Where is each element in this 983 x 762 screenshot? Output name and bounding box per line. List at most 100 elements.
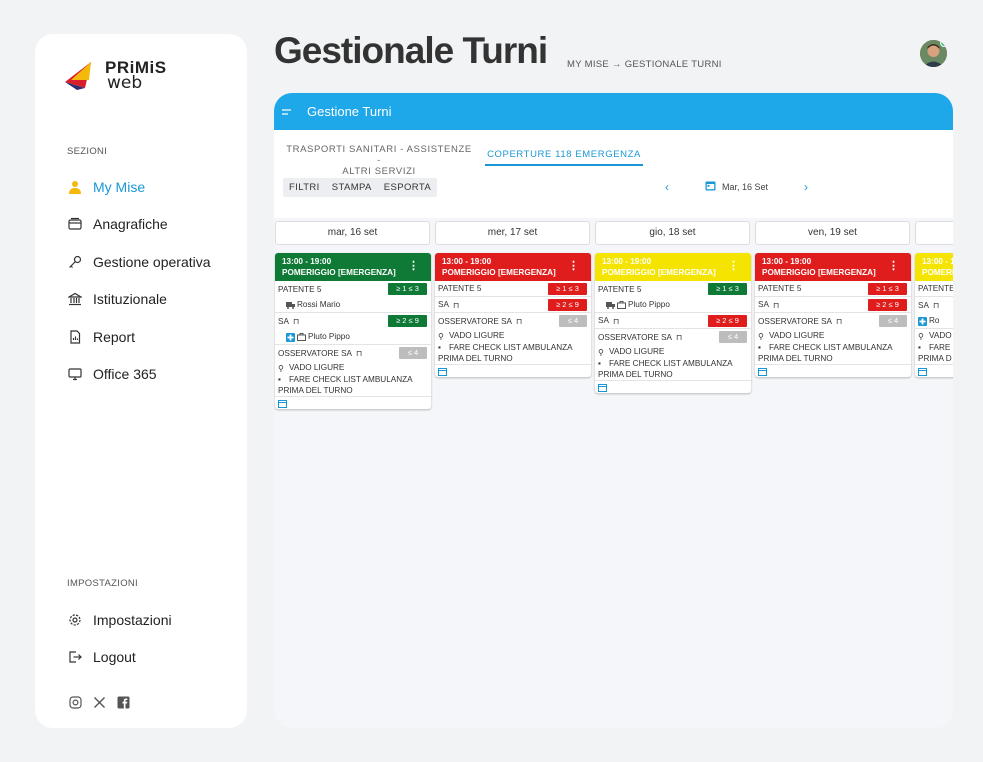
- shift-card-header: 13:00 - 19:00 POMERIGGIO [EMERGENZA] ⋮: [435, 253, 591, 281]
- sidebar-item-istituzionale[interactable]: Istituzionale: [67, 281, 237, 319]
- assigned-person-row[interactable]: Pluto Pippo: [275, 329, 431, 345]
- main-panel: Gestione Turni TRASPORTI SANITARI - ASSI…: [274, 93, 953, 728]
- bookmark-icon: ⊓: [676, 333, 683, 342]
- kebab-menu-icon[interactable]: ⋮: [728, 261, 739, 272]
- assigned-person-row[interactable]: Ro: [915, 313, 953, 329]
- location-label: VADO: [929, 330, 952, 340]
- note-row: PRIMA DEL TURNO: [275, 385, 431, 397]
- menu-icon[interactable]: [282, 104, 291, 119]
- sidebar-item-label: Impostazioni: [93, 611, 172, 628]
- sidebar-item-my-mise[interactable]: My Mise: [67, 168, 237, 206]
- person-name: Ro: [929, 316, 940, 325]
- sidebar-item-label: Office 365: [93, 366, 157, 383]
- folder-icon: [67, 216, 83, 232]
- note-text: PRIMA D: [918, 354, 952, 363]
- shift-card[interactable]: 13:00 - 19:00 POMERIGGIO [EMERGENZA] ⋮ P…: [275, 253, 431, 409]
- sidebar-item-label: Anagrafiche: [93, 216, 168, 233]
- calendar-edit-icon[interactable]: [758, 367, 767, 376]
- location-pin-icon: ⚲: [438, 332, 444, 341]
- role-row: SA ⊓ ≥ 2 ≤ 9: [755, 297, 911, 313]
- ambulance-icon: [286, 301, 295, 309]
- location-row: ⚲ VADO LIGURE: [275, 361, 431, 374]
- coverage-badge: ≤ 4: [719, 331, 747, 343]
- tab-trasporti-sanitari[interactable]: TRASPORTI SANITARI - ASSISTENZE - ALTRI …: [286, 144, 472, 177]
- x-icon[interactable]: [93, 696, 106, 709]
- shift-time: 13:00 - 19:00: [442, 257, 492, 266]
- breadcrumb[interactable]: MY MISE → GESTIONALE TURNI: [567, 59, 722, 70]
- avatar[interactable]: [920, 40, 947, 67]
- stampa-button[interactable]: STAMPA: [326, 178, 378, 197]
- next-date-chevron-icon[interactable]: ›: [804, 180, 808, 194]
- location-row: ⚲ VADO LIGURE: [755, 329, 911, 342]
- sidebar-item-impostazioni[interactable]: Impostazioni: [67, 601, 237, 639]
- current-date[interactable]: Mar, 16 Set: [722, 182, 768, 192]
- calendar-edit-icon[interactable]: [438, 367, 447, 376]
- shift-card[interactable]: 13:00 - 19:00 POMERIGGIO [EMERGENZA] ⋮ P…: [755, 253, 911, 377]
- filtri-button[interactable]: FILTRI: [283, 178, 326, 197]
- calendar-edit-icon[interactable]: [278, 399, 287, 408]
- sidebar-item-gestione-operativa[interactable]: Gestione operativa: [67, 243, 237, 281]
- sidebar-item-report[interactable]: Report: [67, 318, 237, 356]
- role-label: PATENTE 5: [598, 284, 642, 294]
- location-label: VADO LIGURE: [289, 362, 345, 372]
- role-row: OSSERVATORE SA ⊓ ≤ 4: [275, 345, 431, 361]
- settings-label: IMPOSTAZIONI: [67, 578, 138, 589]
- calendar-icon[interactable]: [705, 180, 716, 193]
- settings-nav: Impostazioni Logout: [67, 601, 237, 676]
- shift-time: 13:00 - 19:00: [922, 257, 953, 266]
- calendar-edit-icon[interactable]: [598, 383, 607, 392]
- role-label: PATENTE 5: [278, 284, 322, 294]
- tab-label: COPERTURE 118 EMERGENZA: [487, 149, 641, 160]
- assigned-person-row[interactable]: Rossi Mario: [275, 297, 431, 313]
- role-label: SA: [598, 316, 609, 325]
- shift-time: 13:00 - 19:00: [762, 257, 812, 266]
- day-header: mar, 16 set: [275, 221, 430, 245]
- active-tab-indicator: [485, 164, 643, 166]
- note-text: PRIMA DEL TURNO: [598, 370, 673, 379]
- note-row: PRIMA DEL TURNO: [595, 369, 751, 381]
- note-row: ▪ FARE CHECK LIST AMBULANZA: [755, 341, 911, 353]
- calendar-action-row: [435, 365, 591, 377]
- calendar-edit-icon[interactable]: [918, 367, 927, 376]
- note-row: ▪ FARE: [915, 341, 953, 353]
- prev-date-chevron-icon[interactable]: ‹: [665, 180, 669, 194]
- note-row: PRIMA DEL TURNO: [435, 353, 591, 365]
- key-icon: [67, 254, 83, 270]
- sidebar-item-logout[interactable]: Logout: [67, 639, 237, 677]
- note-text: FARE CHECK LIST AMBULANZA: [289, 374, 413, 384]
- kebab-menu-icon[interactable]: ⋮: [408, 261, 419, 272]
- shift-time: 13:00 - 19:00: [602, 257, 652, 266]
- role-row: SA ⊓: [915, 297, 953, 313]
- bank-icon: [67, 291, 83, 307]
- kebab-menu-icon[interactable]: ⋮: [568, 261, 579, 272]
- role-label: OSSERVATORE SA: [438, 316, 513, 326]
- assigned-person-row[interactable]: Pluto Pippo: [595, 297, 751, 313]
- facebook-icon[interactable]: [117, 696, 130, 709]
- role-label: OSSERVATORE SA: [598, 332, 673, 342]
- sidebar-item-office-365[interactable]: Office 365: [67, 356, 237, 394]
- sidebar-item-label: Gestione operativa: [93, 253, 211, 270]
- logout-icon: [67, 649, 83, 665]
- role-row: OSSERVATORE SA ⊓ ≤ 4: [755, 313, 911, 329]
- sidebar-item-anagrafiche[interactable]: Anagrafiche: [67, 206, 237, 244]
- location-row: ⚲ VADO: [915, 329, 953, 342]
- shift-card[interactable]: 13:00 - 19:00 POMERIGGIO [EMERGENZA] ⋮ P…: [435, 253, 591, 377]
- tab-coperture-118[interactable]: COPERTURE 118 EMERGENZA: [485, 149, 643, 160]
- instagram-icon[interactable]: [69, 696, 82, 709]
- esporta-button[interactable]: ESPORTA: [378, 178, 437, 197]
- location-label: VADO LIGURE: [609, 346, 665, 356]
- monitor-icon: [67, 366, 83, 382]
- shift-card[interactable]: 13:00 - 19:00 POMERIGGIO PATENTE SA ⊓ Ro…: [915, 253, 953, 377]
- social-links: [69, 696, 130, 709]
- location-row: ⚲ VADO LIGURE: [595, 345, 751, 358]
- comment-icon: ▪: [438, 343, 441, 352]
- note-row: PRIMA D: [915, 353, 953, 365]
- online-status-dot: [940, 40, 947, 47]
- logo[interactable]: PRiMiS web: [65, 56, 185, 96]
- page-title: Gestionale Turni: [274, 30, 548, 71]
- shift-card[interactable]: 13:00 - 19:00 POMERIGGIO [EMERGENZA] ⋮ P…: [595, 253, 751, 393]
- note-text: PRIMA DEL TURNO: [278, 386, 353, 395]
- kebab-menu-icon[interactable]: ⋮: [888, 261, 899, 272]
- ambulance-icon: [606, 301, 615, 309]
- location-label: VADO LIGURE: [449, 330, 505, 340]
